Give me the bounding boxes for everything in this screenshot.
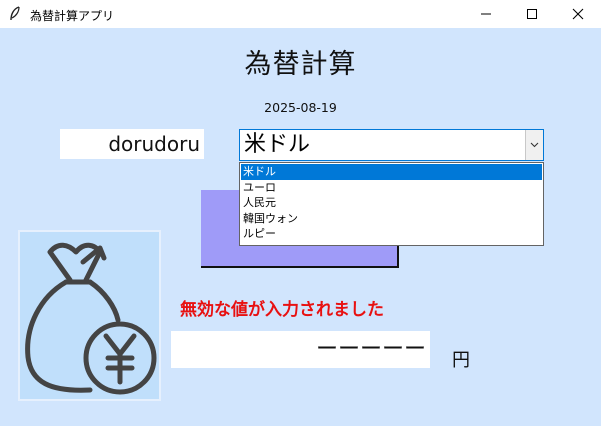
yen-unit-label: 円 bbox=[452, 350, 470, 371]
currency-select[interactable]: 米ドル bbox=[239, 129, 544, 161]
currency-select-toggle[interactable] bbox=[525, 130, 543, 160]
chevron-down-icon bbox=[530, 142, 539, 148]
minimize-icon bbox=[481, 13, 491, 15]
money-bag-yen-icon bbox=[25, 242, 157, 395]
maximize-icon bbox=[527, 9, 537, 19]
currency-select-value: 米ドル bbox=[244, 132, 311, 157]
window-title: 為替計算アプリ bbox=[30, 9, 115, 23]
amount-input[interactable]: dorudoru bbox=[60, 129, 204, 159]
close-icon bbox=[572, 8, 584, 20]
dropdown-option-krw[interactable]: 韓国ウォン bbox=[240, 211, 543, 227]
page-title: 為替計算 bbox=[244, 49, 357, 80]
currency-dropdown-list: 米ドル ユーロ 人民元 韓国ウォン ルピー bbox=[239, 162, 544, 246]
result-field: ーーーーー bbox=[171, 331, 430, 368]
dropdown-option-usd[interactable]: 米ドル bbox=[241, 164, 542, 180]
window-titlebar: 為替計算アプリ bbox=[0, 0, 601, 28]
dropdown-option-inr[interactable]: ルピー bbox=[240, 226, 543, 242]
dropdown-option-eur[interactable]: ユーロ bbox=[240, 180, 543, 196]
feather-icon bbox=[10, 6, 20, 21]
error-message: 無効な値が入力されました bbox=[180, 300, 384, 320]
money-bag-image bbox=[18, 230, 161, 401]
minimize-button[interactable] bbox=[463, 0, 509, 28]
maximize-button[interactable] bbox=[509, 0, 555, 28]
dropdown-option-cny[interactable]: 人民元 bbox=[240, 195, 543, 211]
date-label: 2025-08-19 bbox=[264, 100, 337, 115]
close-button[interactable] bbox=[555, 0, 601, 28]
